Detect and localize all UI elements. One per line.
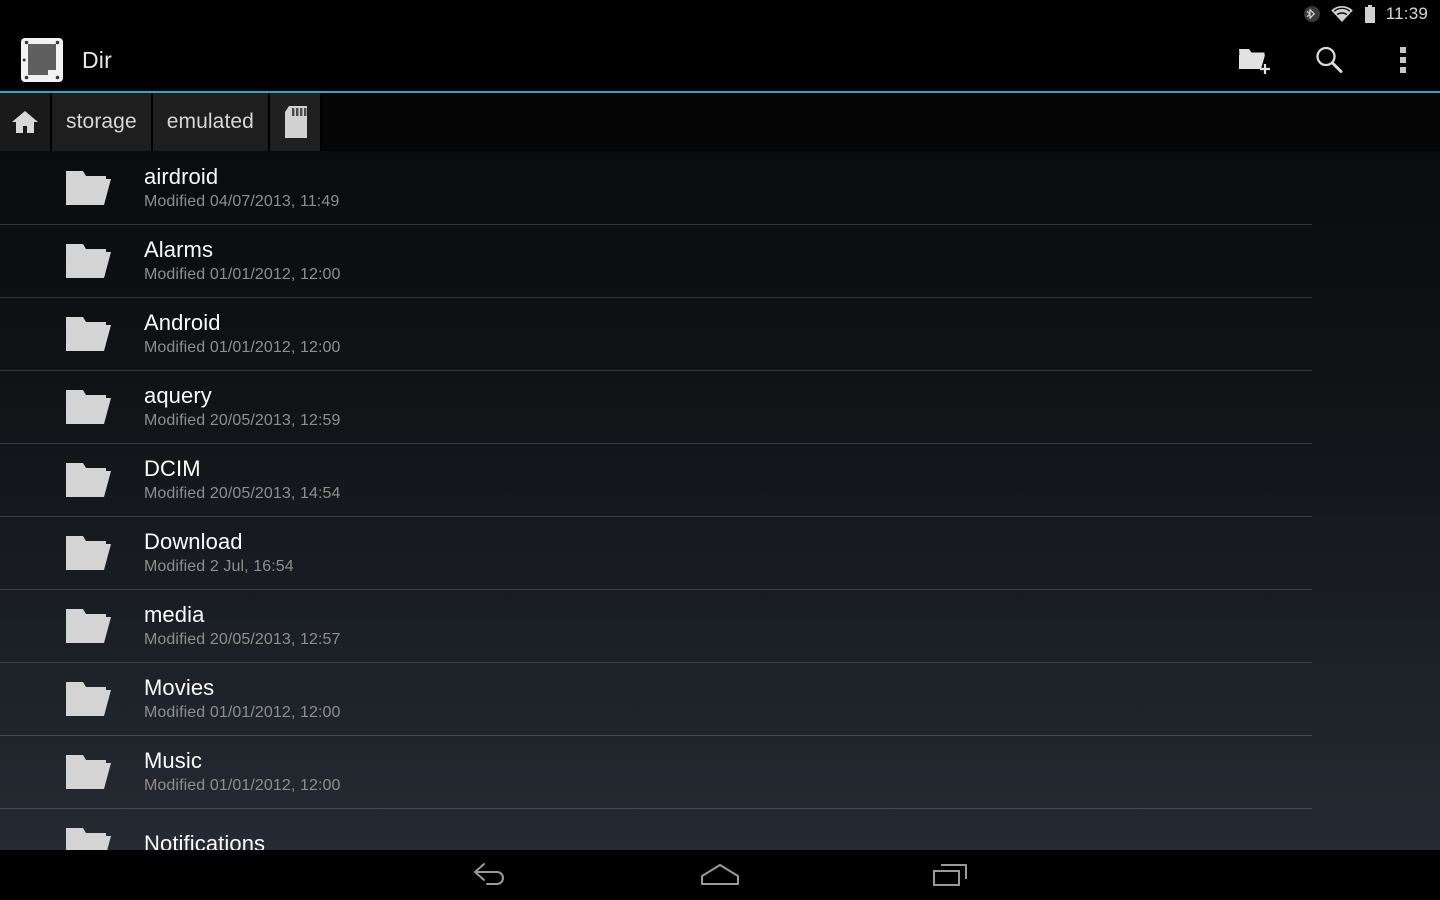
table-row[interactable]: Movies Modified 01/01/2012, 12:00 bbox=[0, 662, 1440, 735]
battery-icon bbox=[1364, 4, 1376, 24]
nav-recents-button[interactable] bbox=[905, 850, 995, 900]
search-button[interactable] bbox=[1292, 28, 1366, 92]
folder-icon bbox=[64, 239, 118, 283]
file-modified: Modified 01/01/2012, 12:00 bbox=[144, 266, 341, 283]
dir-app-icon[interactable] bbox=[20, 37, 64, 83]
status-bar-clock: 11:39 bbox=[1385, 4, 1428, 23]
row-text: DCIM Modified 20/05/2013, 14:54 bbox=[144, 456, 341, 503]
row-text: Download Modified 2 Jul, 16:54 bbox=[144, 529, 294, 576]
file-modified: Modified 04/07/2013, 11:49 bbox=[144, 193, 340, 210]
breadcrumb-item-emulated[interactable]: emulated bbox=[152, 93, 270, 151]
sd-card-icon bbox=[283, 106, 307, 138]
folder-icon bbox=[64, 166, 118, 210]
file-modified: Modified 20/05/2013, 14:54 bbox=[144, 485, 341, 502]
file-name: Alarms bbox=[144, 237, 214, 262]
file-name: Notifications bbox=[144, 830, 266, 851]
breadcrumb-item-sdcard[interactable] bbox=[269, 93, 322, 151]
table-row[interactable]: airdroid Modified 04/07/2013, 11:49 bbox=[0, 151, 1440, 224]
table-row[interactable]: DCIM Modified 20/05/2013, 14:54 bbox=[0, 443, 1440, 516]
file-modified: Modified 01/01/2012, 12:00 bbox=[144, 339, 341, 356]
table-row[interactable]: Notifications bbox=[0, 808, 1440, 850]
status-bar: 11:39 bbox=[0, 0, 1440, 28]
folder-icon bbox=[64, 823, 118, 850]
wifi-icon bbox=[1330, 5, 1354, 23]
table-row[interactable]: Music Modified 01/01/2012, 12:00 bbox=[0, 735, 1440, 808]
search-icon bbox=[1313, 44, 1345, 76]
row-text: Alarms Modified 01/01/2012, 12:00 bbox=[144, 237, 341, 284]
back-icon bbox=[471, 862, 509, 888]
file-name: Movies bbox=[144, 675, 215, 700]
breadcrumb-label: emulated bbox=[166, 110, 254, 133]
file-modified: Modified 20/05/2013, 12:57 bbox=[144, 631, 341, 648]
home-icon bbox=[699, 862, 741, 888]
row-text: aquery Modified 20/05/2013, 12:59 bbox=[144, 383, 341, 430]
file-name: Android bbox=[144, 310, 221, 335]
folder-icon bbox=[64, 385, 118, 429]
nav-back-button[interactable] bbox=[445, 850, 535, 900]
table-row[interactable]: aquery Modified 20/05/2013, 12:59 bbox=[0, 370, 1440, 443]
new-folder-icon bbox=[1238, 45, 1272, 75]
file-name: Download bbox=[144, 529, 243, 554]
file-modified: Modified 01/01/2012, 12:00 bbox=[144, 777, 341, 794]
file-name: media bbox=[144, 602, 205, 627]
folder-icon bbox=[64, 750, 118, 794]
row-text: media Modified 20/05/2013, 12:57 bbox=[144, 602, 341, 649]
file-name: airdroid bbox=[144, 164, 219, 189]
folder-icon bbox=[64, 677, 118, 721]
recents-icon bbox=[931, 862, 969, 888]
breadcrumb-empty-area bbox=[321, 93, 1440, 151]
file-modified: Modified 01/01/2012, 12:00 bbox=[144, 704, 341, 721]
file-name: Music bbox=[144, 748, 202, 773]
file-name: DCIM bbox=[144, 456, 201, 481]
table-row[interactable]: Download Modified 2 Jul, 16:54 bbox=[0, 516, 1440, 589]
folder-icon bbox=[64, 531, 118, 575]
file-name: aquery bbox=[144, 383, 212, 408]
bluetooth-icon bbox=[1303, 5, 1320, 23]
overflow-menu-button[interactable] bbox=[1366, 28, 1440, 92]
table-row[interactable]: media Modified 20/05/2013, 12:57 bbox=[0, 589, 1440, 662]
nav-home-button[interactable] bbox=[675, 850, 765, 900]
app-title: Dir bbox=[82, 46, 112, 73]
folder-icon bbox=[64, 312, 118, 356]
folder-icon bbox=[64, 458, 118, 502]
action-bar: Dir bbox=[0, 28, 1440, 92]
file-modified: Modified 20/05/2013, 12:59 bbox=[144, 412, 341, 429]
file-modified: Modified 2 Jul, 16:54 bbox=[144, 558, 294, 575]
overflow-menu-icon bbox=[1398, 44, 1408, 76]
folder-icon bbox=[64, 604, 118, 648]
new-folder-button[interactable] bbox=[1218, 28, 1292, 92]
row-text: Notifications bbox=[144, 831, 265, 851]
table-row[interactable]: Android Modified 01/01/2012, 12:00 bbox=[0, 297, 1440, 370]
table-row[interactable]: Alarms Modified 01/01/2012, 12:00 bbox=[0, 224, 1440, 297]
row-text: Android Modified 01/01/2012, 12:00 bbox=[144, 310, 341, 357]
breadcrumb-label: storage bbox=[66, 110, 137, 133]
row-text: airdroid Modified 04/07/2013, 11:49 bbox=[144, 164, 339, 211]
file-list[interactable]: airdroid Modified 04/07/2013, 11:49 Alar… bbox=[0, 151, 1440, 850]
status-icons bbox=[1303, 4, 1376, 24]
android-file-manager-screen: 11:39 Dir storage emulated airdroid Modi… bbox=[0, 0, 1440, 900]
home-icon bbox=[11, 109, 39, 135]
row-text: Music Modified 01/01/2012, 12:00 bbox=[144, 748, 341, 795]
row-text: Movies Modified 01/01/2012, 12:00 bbox=[144, 675, 341, 722]
breadcrumb-item-storage[interactable]: storage bbox=[52, 93, 153, 151]
breadcrumb: storage emulated bbox=[0, 93, 1440, 151]
navigation-bar bbox=[0, 850, 1440, 900]
breadcrumb-home[interactable] bbox=[0, 93, 52, 151]
